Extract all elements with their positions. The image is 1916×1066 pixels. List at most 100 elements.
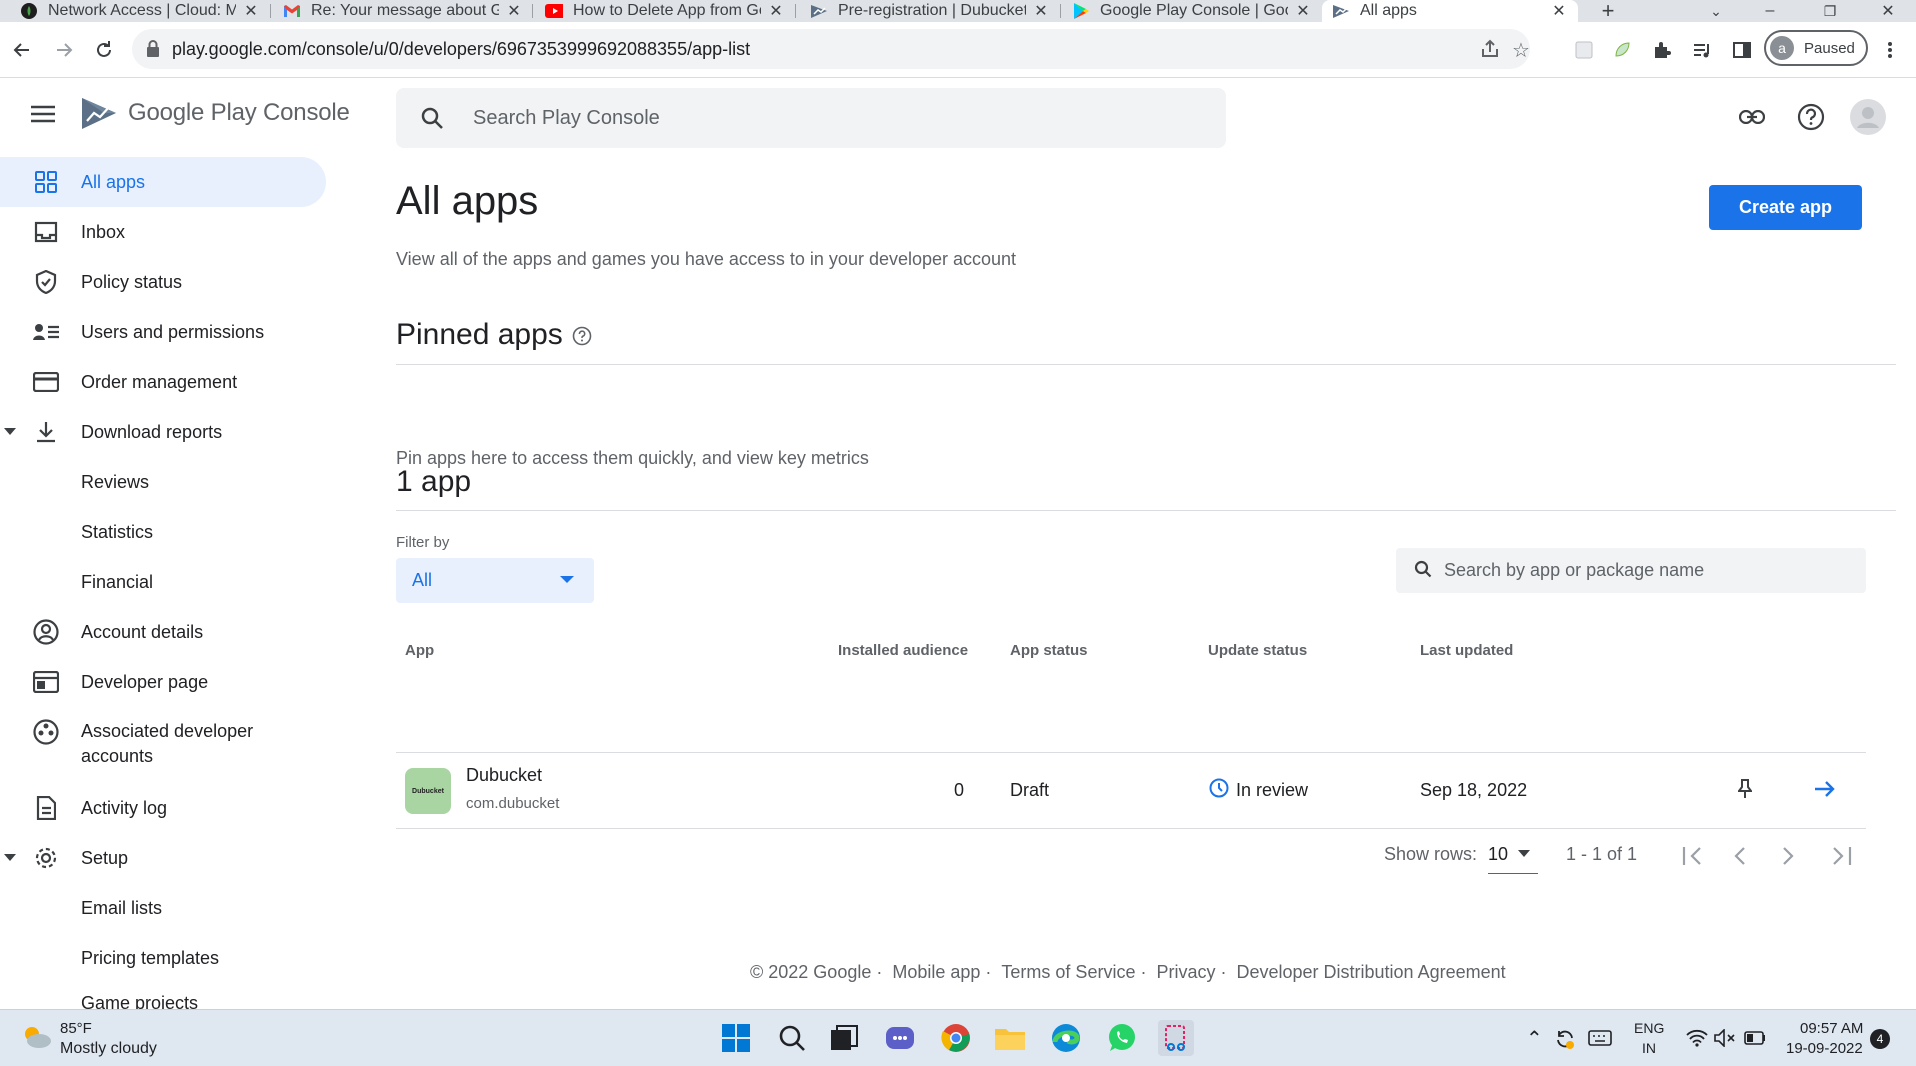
taskbar-search-icon[interactable] — [774, 1020, 810, 1056]
sidebar-item-reviews[interactable]: Reviews — [0, 457, 326, 507]
close-tab-icon[interactable]: ✕ — [1294, 2, 1312, 20]
media-control-icon[interactable] — [1688, 36, 1716, 64]
profile-paused-button[interactable]: a Paused — [1764, 30, 1868, 66]
sync-icon[interactable] — [1554, 1028, 1576, 1050]
rows-per-page-select[interactable]: 10 — [1488, 844, 1538, 874]
column-header-app[interactable]: App — [405, 642, 434, 659]
task-view-icon[interactable] — [826, 1020, 862, 1056]
minimize-icon[interactable]: – — [1758, 0, 1782, 22]
table-row[interactable]: Dubucket Dubucket com.dubucket 0 Draft I… — [396, 752, 1866, 829]
sidebar-item-policy-status[interactable]: Policy status — [0, 257, 326, 307]
new-tab-icon[interactable]: + — [1596, 0, 1620, 22]
restore-icon[interactable]: ❐ — [1818, 0, 1842, 22]
clock-date[interactable]: 19-09-2022 — [1786, 1040, 1863, 1057]
weather-desc[interactable]: Mostly cloudy — [60, 1040, 157, 1058]
close-tab-icon[interactable]: ✕ — [505, 2, 523, 20]
link-icon[interactable] — [1734, 99, 1770, 135]
side-panel-icon[interactable] — [1728, 36, 1756, 64]
close-tab-icon[interactable]: ✕ — [1550, 2, 1568, 20]
help-icon[interactable] — [1793, 99, 1829, 135]
sidebar-item-setup[interactable]: Setup — [0, 833, 326, 883]
battery-icon[interactable] — [1744, 1031, 1766, 1045]
weather-temp[interactable]: 85°F — [60, 1020, 92, 1037]
edge-icon[interactable] — [1048, 1020, 1084, 1056]
sidebar-item-statistics[interactable]: Statistics — [0, 507, 326, 557]
speaker-muted-icon[interactable] — [1714, 1029, 1736, 1047]
file-explorer-icon[interactable] — [992, 1020, 1028, 1056]
sidebar-item-associated-accounts[interactable]: Associated developer accounts — [0, 707, 326, 783]
back-icon[interactable] — [8, 36, 36, 64]
close-tab-icon[interactable]: ✕ — [1032, 2, 1050, 20]
chrome-icon[interactable] — [938, 1020, 974, 1056]
footer-link-privacy[interactable]: Privacy — [1156, 962, 1215, 982]
close-tab-icon[interactable]: ✕ — [242, 2, 260, 20]
extension-icon[interactable] — [1570, 36, 1598, 64]
clock-time[interactable]: 09:57 AM — [1800, 1020, 1863, 1037]
extension-leaf-icon[interactable] — [1608, 36, 1636, 64]
browser-tab[interactable]: Re: Your message about Go ✕ — [283, 0, 523, 22]
sidebar-item-game-projects[interactable]: Game projects — [0, 983, 326, 1009]
whatsapp-icon[interactable] — [1104, 1020, 1140, 1056]
snipping-tool-icon[interactable] — [1158, 1020, 1194, 1056]
create-app-button[interactable]: Create app — [1709, 185, 1862, 230]
footer-link-mobile-app[interactable]: Mobile app — [892, 962, 980, 982]
weather-cloud-icon[interactable] — [20, 1024, 52, 1050]
windows-start-icon[interactable] — [718, 1020, 754, 1056]
browser-tab[interactable]: Google Play Console | Goo ✕ — [1072, 0, 1312, 22]
sidebar-item-activity-log[interactable]: Activity log — [0, 783, 326, 833]
help-circle-icon[interactable] — [572, 326, 592, 346]
browser-tab-active[interactable]: All apps ✕ — [1322, 0, 1578, 22]
play-console-logo[interactable]: Google Play Console — [80, 95, 350, 131]
sidebar-item-account-details[interactable]: Account details — [0, 607, 326, 657]
next-page-icon[interactable] — [1782, 846, 1796, 866]
sidebar-item-email-lists[interactable]: Email lists — [0, 883, 326, 933]
app-search-input[interactable]: Search by app or package name — [1396, 548, 1866, 593]
language-bottom[interactable]: IN — [1642, 1040, 1656, 1056]
expand-caret-icon[interactable] — [4, 854, 16, 862]
expand-caret-icon[interactable] — [4, 428, 16, 436]
sidebar-item-download-reports[interactable]: Download reports — [0, 407, 326, 457]
sidebar-item-developer-page[interactable]: Developer page — [0, 657, 326, 707]
console-search[interactable]: Search Play Console — [396, 88, 1226, 148]
forward-icon[interactable] — [50, 36, 78, 64]
sidebar-item-inbox[interactable]: Inbox — [0, 207, 326, 257]
previous-page-icon[interactable] — [1732, 846, 1746, 866]
language-top[interactable]: ENG — [1634, 1020, 1664, 1036]
column-header-app-status[interactable]: App status — [1010, 642, 1088, 659]
tab-search-chevron-icon[interactable]: ⌄ — [1704, 0, 1728, 22]
column-header-installed-audience[interactable]: Installed audience — [838, 642, 968, 659]
sidebar-item-all-apps[interactable]: All apps — [0, 157, 326, 207]
share-icon[interactable] — [1480, 39, 1500, 59]
footer-link-terms[interactable]: Terms of Service — [1001, 962, 1135, 982]
close-window-icon[interactable]: ✕ — [1876, 0, 1900, 22]
first-page-icon[interactable] — [1682, 846, 1704, 866]
sidebar-item-pricing-templates[interactable]: Pricing templates — [0, 933, 326, 983]
browser-menu-icon[interactable] — [1876, 36, 1904, 64]
address-bar[interactable]: play.google.com/console/u/0/developers/6… — [132, 29, 1530, 69]
notification-count-badge[interactable]: 4 — [1870, 1029, 1890, 1049]
filter-dropdown[interactable]: All — [396, 558, 594, 603]
bookmark-star-icon[interactable]: ☆ — [1512, 38, 1530, 63]
last-page-icon[interactable] — [1830, 846, 1852, 866]
keyboard-icon[interactable] — [1588, 1030, 1612, 1046]
footer-link-dda[interactable]: Developer Distribution Agreement — [1236, 962, 1505, 982]
pin-icon[interactable] — [1738, 779, 1752, 799]
close-tab-icon[interactable]: ✕ — [767, 2, 785, 20]
column-header-update-status[interactable]: Update status — [1208, 642, 1307, 659]
sidebar-item-financial[interactable]: Financial — [0, 557, 326, 607]
arrow-forward-icon[interactable] — [1814, 780, 1836, 798]
extensions-puzzle-icon[interactable] — [1648, 36, 1676, 64]
browser-tab[interactable]: Network Access | Cloud: Mo ✕ — [20, 0, 260, 22]
teams-chat-icon[interactable] — [882, 1020, 918, 1056]
lock-icon[interactable] — [146, 40, 160, 58]
show-hidden-icons-icon[interactable]: ⌃ — [1526, 1026, 1543, 1051]
wifi-icon[interactable] — [1686, 1029, 1708, 1047]
reload-icon[interactable] — [90, 36, 118, 64]
app-name[interactable]: Dubucket — [466, 765, 542, 786]
hamburger-menu-icon[interactable] — [30, 104, 58, 132]
browser-tab[interactable]: How to Delete App from Go ✕ — [545, 0, 785, 22]
browser-tab[interactable]: Pre-registration | Dubucket ✕ — [810, 0, 1050, 22]
sidebar-item-order-management[interactable]: Order management — [0, 357, 326, 407]
sidebar-item-users-permissions[interactable]: Users and permissions — [0, 307, 326, 357]
column-header-last-updated[interactable]: Last updated — [1420, 642, 1513, 659]
